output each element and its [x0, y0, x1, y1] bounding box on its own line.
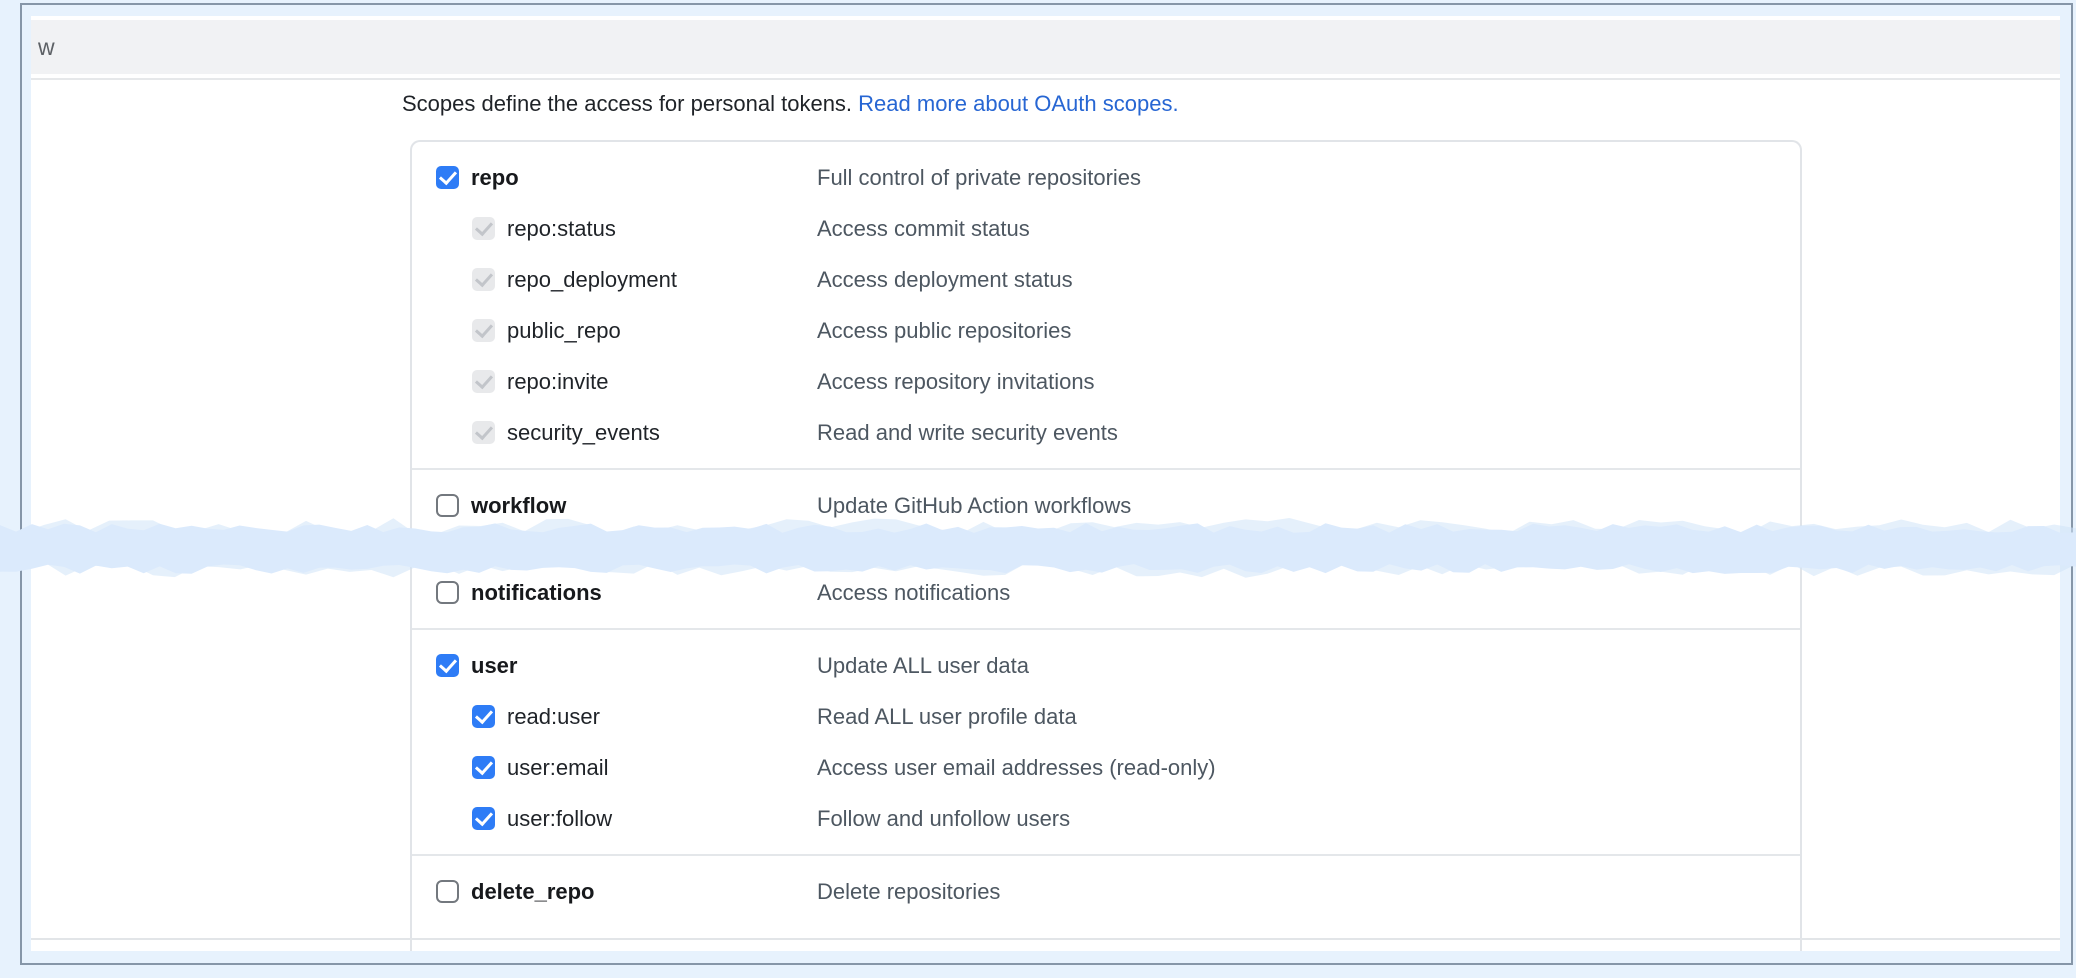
scope-description: Access public repositories: [817, 318, 1071, 344]
scope-row-user:email: user:email Access user email addresses (r…: [412, 742, 1800, 793]
scope-row-repo_deployment: repo_deployment Access deployment status: [412, 254, 1800, 305]
scope-group: delete_repo Delete repositories: [412, 854, 1800, 927]
scope-description: Update ALL user data: [817, 653, 1029, 679]
scope-label: repo_deployment: [507, 267, 677, 293]
scope-cell: repo_deployment: [412, 267, 817, 293]
scope-label: delete_repo: [471, 879, 595, 905]
scope-description: Delete repositories: [817, 879, 1000, 905]
checkbox-security_events: [472, 421, 495, 444]
page: w Scopes define the access for personal …: [31, 16, 2060, 951]
checkbox-repo_deployment: [472, 268, 495, 291]
scope-label: user:follow: [507, 806, 612, 832]
checkbox-repo[interactable]: [436, 166, 459, 189]
scope-label: security_events: [507, 420, 660, 446]
scope-label: repo:status: [507, 216, 616, 242]
scope-label: user:email: [507, 755, 608, 781]
scope-row-read:user: read:user Read ALL user profile data: [412, 691, 1800, 742]
scope-cell: repo:status: [412, 216, 817, 242]
scope-cell: repo:invite: [412, 369, 817, 395]
scope-row-user: user Update ALL user data: [412, 640, 1800, 691]
scope-label: user: [471, 653, 517, 679]
scope-group: user Update ALL user data read:user Read AL…: [412, 628, 1800, 854]
checkbox-delete_repo[interactable]: [436, 880, 459, 903]
scopes-intro-text: Scopes define the access for personal to…: [402, 91, 858, 116]
checkbox-read:user[interactable]: [472, 705, 495, 728]
scope-label: notifications: [471, 580, 602, 606]
scope-cell: user:email: [412, 755, 817, 781]
scope-row-workflow: workflow Update GitHub Action workflows: [412, 480, 1800, 531]
scope-group: repo Full control of private repositories…: [412, 142, 1800, 468]
bottom-divider: [31, 938, 2060, 940]
scope-group: workflow Update GitHub Action workflows: [412, 468, 1800, 541]
checkbox-notifications[interactable]: [436, 581, 459, 604]
checkbox-user:follow[interactable]: [472, 807, 495, 830]
scope-description: Read and write security events: [817, 420, 1118, 446]
scope-description: Access commit status: [817, 216, 1030, 242]
scope-label: workflow: [471, 493, 566, 519]
scope-cell: read:user: [412, 704, 817, 730]
scope-label: public_repo: [507, 318, 621, 344]
checkbox-repo:status: [472, 217, 495, 240]
scope-row-repo:invite: repo:invite Access repository invitations: [412, 356, 1800, 407]
scope-label: repo: [471, 165, 519, 191]
scope-description: Follow and unfollow users: [817, 806, 1070, 832]
scope-cell: workflow: [412, 493, 817, 519]
scope-label: repo:invite: [507, 369, 609, 395]
oauth-scopes-link[interactable]: Read more about OAuth scopes.: [858, 91, 1178, 116]
scope-description: Full control of private repositories: [817, 165, 1141, 191]
scope-row-user:follow: user:follow Follow and unfollow users: [412, 793, 1800, 844]
scope-cell: user:follow: [412, 806, 817, 832]
query-text: w: [38, 34, 55, 61]
checkbox-user:email[interactable]: [472, 756, 495, 779]
scope-cell: security_events: [412, 420, 817, 446]
scope-description: Read ALL user profile data: [817, 704, 1077, 730]
scope-row-public_repo: public_repo Access public repositories: [412, 305, 1800, 356]
scope-description: Update GitHub Action workflows: [817, 493, 1131, 519]
scope-label: read:user: [507, 704, 600, 730]
scope-description: Access deployment status: [817, 267, 1073, 293]
header-divider: [31, 78, 2060, 80]
scope-cell: public_repo: [412, 318, 817, 344]
scope-description: Access notifications: [817, 580, 1010, 606]
scope-row-delete_repo: delete_repo Delete repositories: [412, 866, 1800, 917]
checkbox-workflow[interactable]: [436, 494, 459, 517]
scopes-box: repo Full control of private repositories…: [410, 140, 1802, 951]
scope-row-repo: repo Full control of private repositories: [412, 152, 1800, 203]
checkbox-public_repo: [472, 319, 495, 342]
torn-gap: [412, 541, 1800, 555]
query-bar[interactable]: w: [31, 20, 2060, 74]
scope-row-notifications: notifications Access notifications: [412, 567, 1800, 618]
scope-row-repo:status: repo:status Access commit status: [412, 203, 1800, 254]
scope-row-security_events: security_events Read and write security e…: [412, 407, 1800, 458]
scope-cell: delete_repo: [412, 879, 817, 905]
scope-group: notifications Access notifications: [412, 555, 1800, 628]
scope-cell: notifications: [412, 580, 817, 606]
checkbox-user[interactable]: [436, 654, 459, 677]
scope-description: Access user email addresses (read-only): [817, 755, 1216, 781]
scopes-intro: Scopes define the access for personal to…: [402, 90, 2060, 118]
scope-description: Access repository invitations: [817, 369, 1095, 395]
scope-cell: user: [412, 653, 817, 679]
scope-cell: repo: [412, 165, 817, 191]
checkbox-repo:invite: [472, 370, 495, 393]
